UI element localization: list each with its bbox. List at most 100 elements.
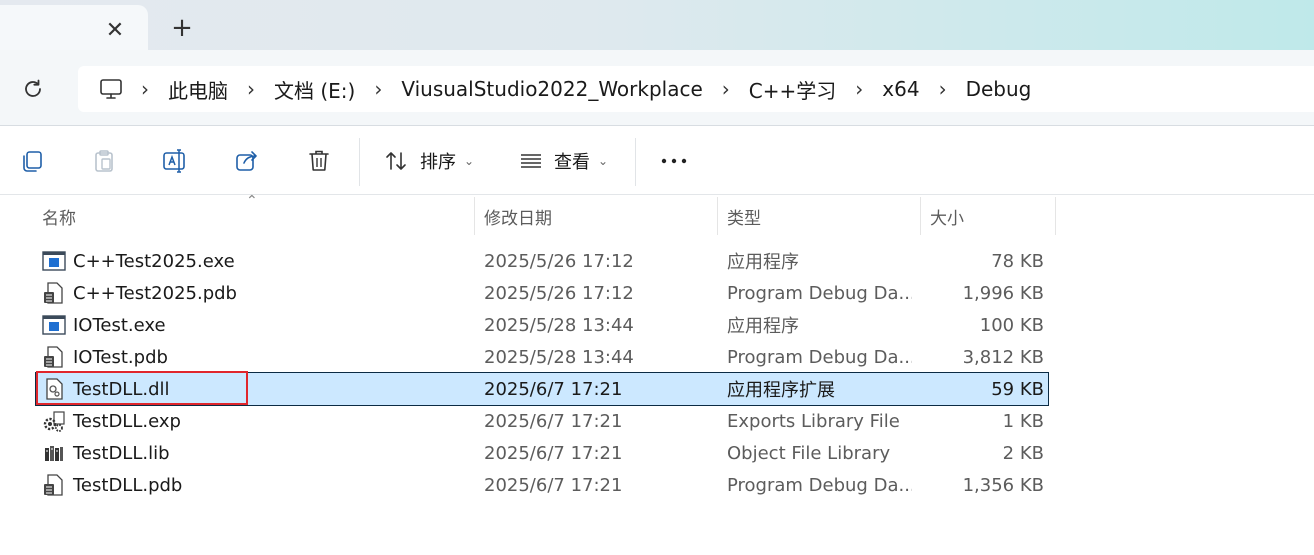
copy-button[interactable] [17, 146, 47, 176]
file-name: C++Test2025.exe [73, 250, 235, 272]
file-date: 2025/6/7 17:21 [484, 474, 623, 496]
file-size: 2 KB [1002, 442, 1044, 464]
file-size: 78 KB [991, 250, 1044, 272]
pdb-icon [44, 282, 63, 304]
view-button[interactable]: 查看 ⌄ [518, 144, 608, 178]
column-divider[interactable] [920, 197, 921, 235]
share-icon [236, 151, 257, 171]
pdb-icon [44, 346, 63, 368]
file-name: C++Test2025.pdb [73, 282, 237, 304]
file-type: 应用程序 [727, 252, 799, 273]
file-date: 2025/5/28 13:44 [484, 346, 634, 368]
column-divider[interactable] [717, 197, 718, 235]
breadcrumb-separator[interactable]: › [922, 77, 964, 101]
close-tab-button[interactable]: ✕ [100, 15, 130, 45]
file-row[interactable]: TestDLL.pdb 2025/6/7 17:21 Program Debug… [36, 469, 1048, 501]
paste-icon [95, 150, 113, 172]
file-date: 2025/6/7 17:21 [484, 442, 623, 464]
rename-icon [163, 149, 185, 173]
rename-button[interactable] [160, 146, 190, 176]
exe-icon [42, 251, 66, 271]
file-row[interactable]: TestDLL.exp 2025/6/7 17:21 Exports Libra… [36, 405, 1048, 437]
new-tab-button[interactable]: + [166, 12, 198, 44]
file-name: TestDLL.exp [73, 410, 181, 432]
sort-ascending-icon: ⌃ [246, 193, 258, 209]
active-tab[interactable]: ✕ [0, 5, 148, 50]
column-header-size[interactable]: 大小 [930, 196, 964, 236]
breadcrumb-debug[interactable]: Debug [964, 77, 1034, 101]
chevron-down-icon: ⌄ [464, 154, 475, 168]
command-bar: 排序 ⌄ 查看 ⌄ [0, 126, 1314, 194]
separator [635, 138, 636, 186]
exe-icon [42, 315, 66, 335]
view-label: 查看 [554, 152, 590, 173]
exp-icon [43, 411, 65, 432]
highlight-annotation-box [36, 371, 248, 405]
file-name: IOTest.pdb [73, 346, 168, 368]
file-row[interactable]: IOTest.exe 2025/5/28 13:44 应用程序 100 KB [36, 309, 1048, 341]
address-bar[interactable]: › 此电脑 › 文档 (E:) › ViusualStudio2022_Work… [78, 66, 1314, 112]
this-pc-icon[interactable] [98, 77, 124, 101]
file-date: 2025/5/26 17:12 [484, 250, 634, 272]
file-name: IOTest.exe [73, 314, 166, 336]
file-name: TestDLL.pdb [73, 474, 183, 496]
view-list-icon [521, 154, 541, 168]
more-options-button[interactable] [657, 146, 691, 176]
file-size: 1,356 KB [962, 474, 1044, 496]
sort-button[interactable]: 排序 ⌄ [384, 144, 474, 178]
address-row: › 此电脑 › 文档 (E:) › ViusualStudio2022_Work… [0, 50, 1314, 126]
column-divider[interactable] [474, 197, 475, 235]
tab-strip: ✕ + [0, 0, 1314, 50]
chevron-down-icon: ⌄ [598, 154, 609, 168]
file-date: 2025/5/26 17:12 [484, 282, 634, 304]
file-name: TestDLL.lib [73, 442, 170, 464]
lib-icon [45, 446, 63, 461]
breadcrumb-this-pc[interactable]: 此电脑 [166, 75, 230, 104]
file-type: Program Debug Da... [727, 474, 912, 496]
file-size: 100 KB [979, 314, 1044, 336]
breadcrumb-separator[interactable]: › [124, 77, 166, 101]
delete-button[interactable] [304, 146, 334, 176]
copy-icon [23, 151, 42, 172]
sort-icon [386, 152, 406, 170]
file-size: 59 KB [991, 378, 1044, 400]
file-type: Object File Library [727, 442, 891, 464]
column-header-name[interactable]: 名称 [42, 196, 76, 236]
divider [0, 194, 1314, 195]
file-row[interactable]: TestDLL.lib 2025/6/7 17:21 Object File L… [36, 437, 1048, 469]
more-icon [661, 158, 687, 164]
file-size: 1 KB [1002, 410, 1044, 432]
column-divider[interactable] [1055, 197, 1056, 235]
separator [359, 138, 360, 186]
pdb-icon [44, 474, 63, 496]
trash-icon [309, 150, 329, 171]
breadcrumb-separator[interactable]: › [838, 77, 880, 101]
breadcrumb-cpp-study[interactable]: C++学习 [747, 75, 838, 104]
refresh-button[interactable] [16, 72, 50, 106]
file-row[interactable]: C++Test2025.exe 2025/5/26 17:12 应用程序 78 … [36, 245, 1048, 277]
file-type: Program Debug Da... [727, 346, 912, 368]
file-type: Exports Library File [727, 410, 900, 432]
breadcrumb-workplace[interactable]: ViusualStudio2022_Workplace [399, 77, 704, 101]
file-date: 2025/5/28 13:44 [484, 314, 634, 336]
column-header-date[interactable]: 修改日期 [484, 196, 552, 236]
sort-label: 排序 [420, 152, 456, 173]
refresh-icon [25, 79, 41, 97]
share-button[interactable] [232, 146, 262, 176]
file-date: 2025/6/7 17:21 [484, 410, 623, 432]
file-date: 2025/6/7 17:21 [484, 378, 623, 400]
breadcrumb-separator[interactable]: › [230, 77, 272, 101]
breadcrumb-x64[interactable]: x64 [880, 77, 921, 101]
file-type: 应用程序扩展 [727, 380, 835, 401]
paste-button[interactable] [89, 146, 119, 176]
file-size: 1,996 KB [962, 282, 1044, 304]
breadcrumb-documents-e[interactable]: 文档 (E:) [272, 75, 357, 104]
file-type: Program Debug Da... [727, 282, 912, 304]
file-row[interactable]: IOTest.pdb 2025/5/28 13:44 Program Debug… [36, 341, 1048, 373]
column-header-type[interactable]: 类型 [727, 196, 761, 236]
breadcrumb-separator[interactable]: › [705, 77, 747, 101]
file-row[interactable]: C++Test2025.pdb 2025/5/26 17:12 Program … [36, 277, 1048, 309]
breadcrumb-separator[interactable]: › [357, 77, 399, 101]
file-type: 应用程序 [727, 316, 799, 337]
file-size: 3,812 KB [962, 346, 1044, 368]
